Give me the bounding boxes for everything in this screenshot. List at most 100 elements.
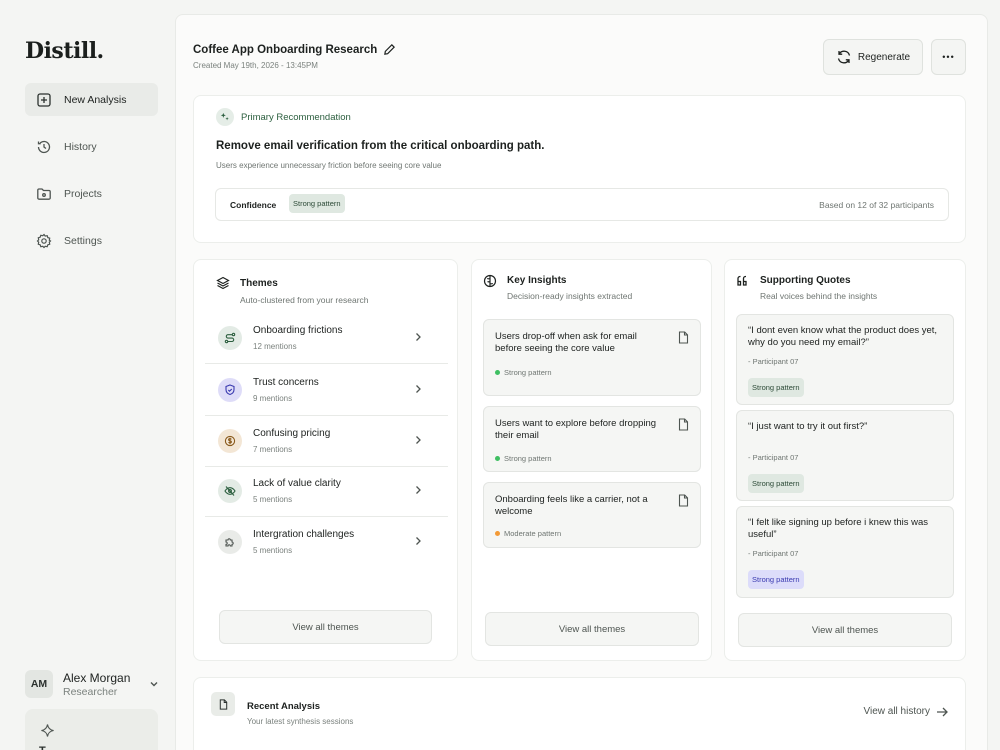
sidebar-item-history[interactable]: History (25, 130, 158, 163)
gear-icon (36, 233, 52, 248)
insight-text: Users want to explore before dropping th… (495, 418, 657, 441)
theme-row-lack-of-value-clarity[interactable]: Lack of value clarity 5 mentions (205, 466, 448, 517)
sparkle-icon (41, 724, 54, 737)
promo-card[interactable]: T (25, 709, 158, 750)
plus-square-icon (37, 92, 51, 107)
insight-tag: Moderate pattern (495, 529, 561, 538)
view-all-history-label: View all history (863, 706, 930, 717)
insight-card[interactable]: Users want to explore before dropping th… (483, 406, 701, 472)
theme-name: Onboarding frictions (253, 325, 343, 336)
user-role: Researcher (63, 685, 118, 698)
sidebar-item-projects[interactable]: Projects (25, 177, 158, 210)
quote-text: “I dont even know what the product does … (748, 325, 938, 348)
quote-tag: Strong pattern (748, 378, 804, 397)
status-dot-green (495, 456, 500, 461)
themes-subtitle: Auto-clustered from your research (240, 295, 369, 305)
insight-tag-label: Strong pattern (504, 454, 552, 463)
theme-row-trust-concerns[interactable]: Trust concerns 9 mentions (205, 365, 448, 416)
regenerate-button[interactable]: Regenerate (823, 39, 923, 75)
recent-subtitle: Your latest synthesis sessions (247, 717, 354, 726)
insights-title: Key Insights (507, 275, 567, 286)
recommendation-subtitle: Users experience unnecessary friction be… (216, 161, 442, 170)
sidebar-item-new-analysis[interactable]: New Analysis (25, 83, 158, 116)
arrow-right-icon (937, 707, 948, 716)
recommendation-label: Primary Recommendation (241, 112, 351, 123)
shield-icon (218, 378, 242, 402)
quote-text: “I just want to try it out first?” (748, 421, 868, 432)
theme-mentions: 5 mentions (253, 546, 293, 555)
main-panel: Coffee App Onboarding Research Created M… (175, 14, 988, 750)
avatar: AM (25, 670, 53, 698)
insight-card[interactable]: Users drop-off when ask for email before… (483, 319, 701, 396)
view-all-insights-button[interactable]: View all themes (485, 612, 699, 646)
theme-row-intergration-challenges[interactable]: Intergration challenges 5 mentions (205, 517, 448, 568)
confidence-label: Confidence (230, 200, 277, 210)
quote-text: “I felt like signing up before i knew th… (748, 517, 929, 540)
quote-card[interactable]: “I just want to try it out first?” - Par… (736, 410, 954, 501)
document-icon[interactable] (678, 494, 689, 507)
eye-off-icon (218, 479, 242, 503)
sidebar-item-settings[interactable]: Settings (25, 224, 158, 257)
insight-tag-label: Strong pattern (504, 368, 552, 377)
sparkle-badge-icon (216, 108, 234, 126)
app-logo[interactable]: Distill. (25, 38, 104, 64)
insight-tag-label: Moderate pattern (504, 529, 562, 538)
sidebar-item-label: History (64, 140, 97, 153)
theme-mentions: 9 mentions (253, 394, 293, 403)
more-button[interactable]: ••• (931, 39, 966, 75)
theme-row-confusing-pricing[interactable]: Confusing pricing 7 mentions (205, 416, 448, 467)
folder-icon (37, 187, 51, 200)
chevron-right-icon (416, 537, 421, 545)
theme-name: Confusing pricing (253, 428, 331, 439)
theme-name: Trust concerns (253, 377, 319, 388)
themes-card: Themes Auto-clustered from your research… (193, 259, 458, 661)
recent-title: Recent Analysis (247, 701, 321, 712)
quote-tag: Strong pattern (748, 570, 804, 589)
quotes-subtitle: Real voices behind the insights (760, 291, 878, 301)
quote-card[interactable]: “I dont even know what the product does … (736, 314, 954, 405)
insight-card[interactable]: Onboarding feels like a carrier, not a w… (483, 482, 701, 548)
document-icon[interactable] (678, 331, 689, 344)
status-dot-green (495, 370, 500, 375)
theme-row-onboarding-frictions[interactable]: Onboarding frictions 12 mentions (205, 313, 448, 364)
page-title-text: Coffee App Onboarding Research (193, 43, 378, 56)
dollar-icon (218, 429, 242, 453)
chevron-right-icon (416, 486, 421, 494)
theme-name: Intergration challenges (253, 529, 355, 540)
insight-text: Onboarding feels like a carrier, not a w… (495, 494, 648, 517)
regenerate-label: Regenerate (857, 51, 911, 63)
themes-title: Themes (240, 278, 278, 289)
supporting-quotes-card: Supporting Quotes Real voices behind the… (724, 259, 966, 661)
view-all-history-link[interactable]: View all history (863, 706, 948, 717)
quote-author: - Participant 07 (748, 357, 799, 366)
refresh-icon (837, 50, 850, 64)
quote-author: - Participant 07 (748, 549, 799, 558)
quote-author: - Participant 07 (748, 453, 799, 462)
user-menu[interactable]: AM Alex Morgan Researcher (25, 667, 160, 701)
primary-recommendation-card: Primary Recommendation Remove email veri… (193, 95, 966, 243)
history-icon (37, 140, 51, 153)
brain-icon (483, 274, 497, 288)
recommendation-title: Remove email verification from the criti… (216, 140, 545, 152)
chevron-right-icon (416, 385, 421, 393)
page-title: Coffee App Onboarding Research (193, 43, 396, 56)
user-name: Alex Morgan (63, 670, 131, 685)
document-icon[interactable] (678, 418, 689, 431)
view-all-themes-button[interactable]: View all themes (219, 610, 432, 644)
pencil-icon[interactable] (383, 43, 396, 56)
sidebar-item-label: Settings (64, 234, 102, 247)
quote-card[interactable]: “I felt like signing up before i knew th… (736, 506, 954, 598)
promo-text: T (39, 745, 46, 750)
chevron-right-icon (416, 333, 421, 341)
confidence-bar: Confidence Strong pattern Based on 12 of… (215, 188, 949, 221)
theme-name: Lack of value clarity (253, 478, 341, 489)
theme-mentions: 5 mentions (253, 495, 293, 504)
status-dot-orange (495, 531, 500, 536)
recent-analysis-card: Recent Analysis Your latest synthesis se… (193, 677, 966, 750)
quote-icon (737, 275, 747, 286)
insight-tag: Strong pattern (495, 368, 552, 377)
chevron-down-icon[interactable] (148, 678, 160, 690)
view-all-quotes-button[interactable]: View all themes (738, 613, 952, 647)
insight-tag: Strong pattern (495, 454, 552, 463)
chevron-right-icon (416, 436, 421, 444)
